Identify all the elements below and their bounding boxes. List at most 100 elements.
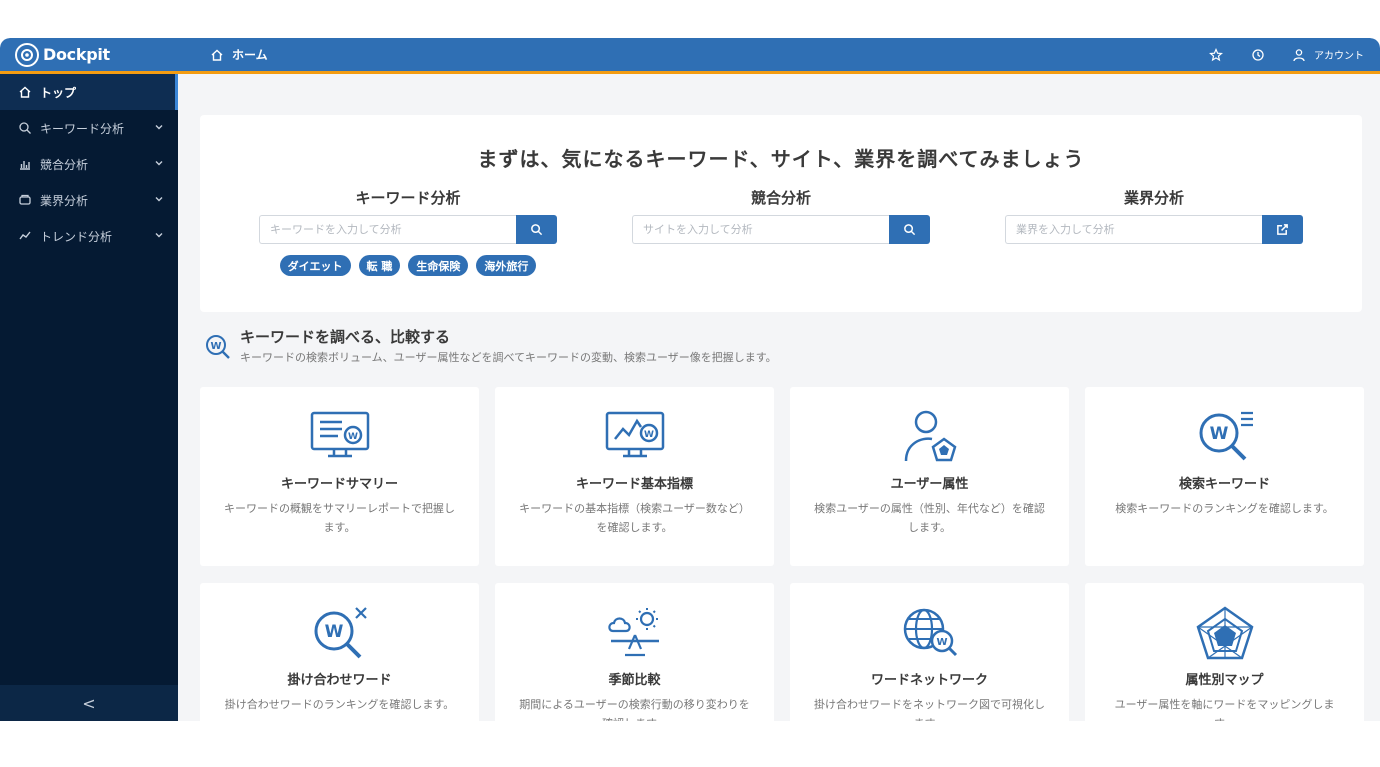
sidebar-item-top[interactable]: トップ bbox=[0, 74, 178, 110]
chevron-left-icon: < bbox=[82, 693, 96, 713]
sidebar-item-label: 競合分析 bbox=[40, 157, 89, 172]
sidebar: トップ キーワード分析 競合分析 業界分析 トレンド分析 < bbox=[0, 74, 178, 721]
industry-search-input[interactable] bbox=[1005, 215, 1262, 244]
keyword-tag[interactable]: 海外旅行 bbox=[476, 255, 537, 276]
combine-word-icon: W bbox=[314, 607, 367, 659]
keyword-search-box bbox=[259, 215, 557, 244]
card-title: 属性別マップ bbox=[1185, 673, 1264, 688]
card-title: 掛け合わせワード bbox=[287, 673, 392, 688]
svg-text:W: W bbox=[210, 341, 221, 352]
main-content: まずは、気になるキーワード、サイト、業界を調べてみましょう キーワード分析 ダイ… bbox=[178, 77, 1380, 721]
card-keyword-basic-metrics[interactable]: W キーワード基本指標 キーワードの基本指標（検索ユーザー数など）を確認します。 bbox=[495, 387, 774, 566]
user-icon bbox=[1293, 48, 1305, 61]
sidebar-item-label: トップ bbox=[40, 85, 77, 100]
industry-search-box bbox=[1005, 215, 1303, 244]
card-description: ユーザー属性を軸にワードをマッピングします。 bbox=[1114, 698, 1335, 721]
keyword-tag[interactable]: ダイエット bbox=[279, 255, 351, 276]
sidebar-item-industry-analysis[interactable]: 業界分析 bbox=[0, 182, 178, 218]
star-icon bbox=[1209, 47, 1223, 61]
card-combined-words[interactable]: W 掛け合わせワード 掛け合わせワードのランキングを確認します。 bbox=[200, 583, 479, 721]
chevron-down-icon bbox=[154, 193, 164, 207]
season-icon bbox=[607, 608, 659, 657]
keyword-search: キーワード分析 ダイエット 転 職 生命保険 海外旅行 bbox=[259, 187, 557, 276]
card-description: 検索キーワードのランキングを確認します。 bbox=[1115, 502, 1334, 515]
home-icon bbox=[211, 49, 223, 61]
card-title: キーワードサマリー bbox=[280, 477, 398, 492]
account-button[interactable]: アカウント bbox=[1292, 47, 1364, 62]
search-icon bbox=[18, 121, 32, 135]
section-header: W キーワードを調べる、比較する キーワードの検索ボリューム、ユーザー属性などを… bbox=[204, 327, 777, 365]
competitor-search-box bbox=[632, 215, 930, 244]
card-description: 掛け合わせワードのランキングを確認します。 bbox=[224, 698, 455, 711]
industry-search-button[interactable] bbox=[1262, 215, 1303, 244]
search-icon bbox=[531, 224, 543, 236]
account-label: アカウント bbox=[1314, 51, 1364, 62]
keyword-search-button[interactable] bbox=[516, 215, 557, 244]
history-icon bbox=[1252, 48, 1264, 61]
competitor-search: 競合分析 bbox=[632, 187, 930, 244]
competitor-search-label: 競合分析 bbox=[750, 189, 811, 207]
chevron-down-icon bbox=[154, 121, 164, 135]
home-icon bbox=[18, 85, 32, 99]
card-title: 検索キーワード bbox=[1178, 477, 1270, 492]
chart-icon bbox=[18, 157, 32, 171]
svg-text:W: W bbox=[936, 637, 947, 648]
card-description: 期間によるユーザーの検索行動の移り変わりを確認します。 bbox=[519, 698, 750, 721]
keyword-search-label: キーワード分析 bbox=[355, 189, 461, 207]
sidebar-item-keyword-analysis[interactable]: キーワード分析 bbox=[0, 110, 178, 146]
trend-icon bbox=[18, 229, 32, 243]
keyword-tag[interactable]: 転 職 bbox=[358, 255, 401, 276]
keyword-tag[interactable]: 生命保険 bbox=[408, 255, 469, 276]
card-keyword-summary[interactable]: W キーワードサマリー キーワードの概観をサマリーレポートで把握します。 bbox=[200, 387, 479, 566]
top-right-actions: アカウント bbox=[1182, 47, 1380, 63]
card-search-keywords[interactable]: W 検索キーワード 検索キーワードのランキングを確認します。 bbox=[1085, 387, 1364, 566]
svg-text:W: W bbox=[1209, 424, 1228, 444]
search-keyword-icon: W bbox=[1199, 411, 1253, 461]
breadcrumb[interactable]: ホーム bbox=[210, 46, 268, 63]
keyword-search-icon: W bbox=[206, 335, 230, 359]
external-link-icon bbox=[1277, 224, 1288, 235]
industry-search-label: 業界分析 bbox=[1123, 189, 1184, 207]
card-title: 季節比較 bbox=[608, 673, 661, 688]
app-window: Dockpit ホーム アカウント トップ キーワード分析 競合分析 業界分析 … bbox=[0, 38, 1380, 721]
card-season-comparison[interactable]: 季節比較 期間によるユーザーの検索行動の移り変わりを確認します。 bbox=[495, 583, 774, 721]
sidebar-item-competitor-analysis[interactable]: 競合分析 bbox=[0, 146, 178, 182]
competitor-search-button[interactable] bbox=[889, 215, 930, 244]
keyword-search-input[interactable] bbox=[259, 215, 516, 244]
card-title: キーワード基本指標 bbox=[575, 477, 693, 492]
card-description: キーワードの基本指標（検索ユーザー数など）を確認します。 bbox=[519, 502, 750, 534]
svg-text:W: W bbox=[644, 430, 654, 440]
card-title: ワードネットワーク bbox=[870, 673, 988, 688]
history-button[interactable] bbox=[1250, 47, 1266, 63]
card-user-attributes[interactable]: ユーザー属性 検索ユーザーの属性（性別、年代など）を確認します。 bbox=[790, 387, 1069, 566]
suggested-keywords: ダイエット 転 職 生命保険 海外旅行 bbox=[259, 255, 557, 276]
brand-name: Dockpit bbox=[43, 45, 110, 64]
card-word-network[interactable]: W ワードネットワーク 掛け合わせワードをネットワーク図で可視化します。 bbox=[790, 583, 1069, 721]
section-title: キーワードを調べる、比較する bbox=[240, 328, 451, 346]
industry-icon bbox=[18, 193, 32, 207]
sidebar-item-label: 業界分析 bbox=[40, 193, 89, 208]
sidebar-item-label: キーワード分析 bbox=[40, 121, 125, 136]
user-attribute-icon bbox=[904, 410, 956, 462]
competitor-search-input[interactable] bbox=[632, 215, 889, 244]
industry-search: 業界分析 bbox=[1005, 187, 1303, 244]
sidebar-item-trend-analysis[interactable]: トレンド分析 bbox=[0, 218, 178, 254]
card-attribute-map[interactable]: 属性別マップ ユーザー属性を軸にワードをマッピングします。 bbox=[1085, 583, 1364, 721]
brand[interactable]: Dockpit bbox=[0, 38, 178, 73]
monitor-chart-icon: W bbox=[605, 411, 664, 458]
chevron-down-icon bbox=[154, 157, 164, 171]
section-description: キーワードの検索ボリューム、ユーザー属性などを調べてキーワードの変動、検索ユーザ… bbox=[240, 351, 777, 364]
search-icon bbox=[904, 224, 916, 236]
sidebar-collapse-button[interactable]: < bbox=[0, 685, 178, 721]
svg-text:W: W bbox=[324, 622, 343, 642]
dockpit-logo-icon bbox=[15, 42, 39, 67]
network-icon: W bbox=[903, 608, 957, 657]
page-title: まずは、気になるキーワード、サイト、業界を調べてみましょう bbox=[477, 147, 1085, 171]
breadcrumb-home: ホーム bbox=[232, 48, 268, 62]
favorite-button[interactable] bbox=[1208, 47, 1224, 63]
search-panel: まずは、気になるキーワード、サイト、業界を調べてみましょう キーワード分析 ダイ… bbox=[200, 115, 1362, 312]
card-description: 検索ユーザーの属性（性別、年代など）を確認します。 bbox=[814, 502, 1045, 534]
svg-text:W: W bbox=[348, 432, 358, 442]
chevron-down-icon bbox=[154, 229, 164, 243]
radar-map-icon bbox=[1196, 606, 1253, 660]
